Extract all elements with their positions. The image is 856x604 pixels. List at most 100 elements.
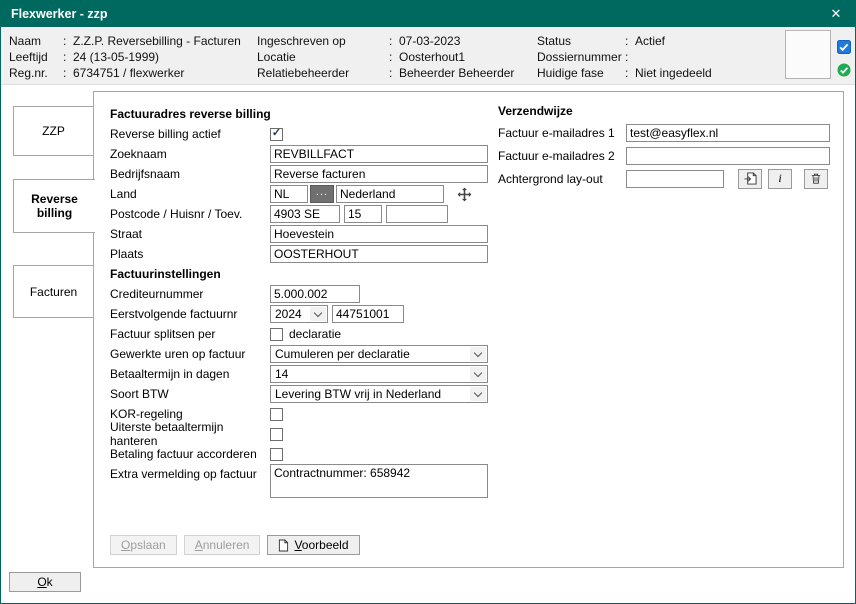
document-arrow-icon bbox=[744, 172, 757, 185]
content-panel: Factuuradres reverse billing Reverse bil… bbox=[93, 91, 844, 568]
dossiernummer-label: Dossiernummer bbox=[537, 49, 625, 65]
separator: : bbox=[625, 65, 635, 81]
huisnr-input[interactable] bbox=[344, 205, 382, 223]
header-status-icons bbox=[837, 40, 851, 77]
separator: : bbox=[389, 49, 399, 65]
soort-btw-select[interactable]: Levering BTW vrij in Nederland bbox=[270, 385, 488, 403]
tab-zzp[interactable]: ZZP bbox=[13, 106, 94, 156]
kor-checkbox[interactable] bbox=[270, 408, 283, 421]
layout-delete-button[interactable] bbox=[804, 169, 828, 189]
toevoeging-input[interactable] bbox=[386, 205, 448, 223]
crediteurnummer-input[interactable] bbox=[270, 285, 360, 303]
bedrijfsnaam-label: Bedrijfsnaam bbox=[110, 167, 270, 181]
land-naam-input[interactable] bbox=[336, 185, 444, 203]
email1-label: Factuur e-mailadres 1 bbox=[498, 126, 626, 140]
section-title-factuuradres: Factuuradres reverse billing bbox=[110, 107, 271, 121]
land-label: Land bbox=[110, 187, 270, 201]
reverse-billing-actief-label: Reverse billing actief bbox=[110, 127, 270, 141]
crediteurnummer-label: Crediteurnummer bbox=[110, 287, 270, 301]
separator: : bbox=[63, 33, 73, 49]
soort-btw-label: Soort BTW bbox=[110, 387, 270, 401]
close-icon: ✕ bbox=[831, 6, 842, 21]
info-icon: i bbox=[778, 171, 781, 186]
gewerkte-uren-label: Gewerkte uren op factuur bbox=[110, 347, 270, 361]
email2-input[interactable] bbox=[626, 147, 830, 165]
tab-facturen[interactable]: Facturen bbox=[13, 265, 94, 318]
field-achtergrond-layout: Achtergrond lay-out i bbox=[498, 167, 834, 190]
close-button[interactable]: ✕ bbox=[827, 6, 845, 22]
info-row-locatie: Locatie:Oosterhout1 bbox=[257, 49, 514, 65]
achtergrond-label: Achtergrond lay-out bbox=[498, 172, 626, 186]
photo-placeholder bbox=[785, 30, 831, 79]
tab-strip: ZZP Reverse billing Facturen bbox=[13, 106, 97, 318]
factuuradres-form: Factuuradres reverse billing Reverse bil… bbox=[110, 104, 500, 555]
zoeknaam-input[interactable] bbox=[270, 145, 488, 163]
splitsen-checkbox[interactable] bbox=[270, 328, 283, 341]
layout-info-button[interactable]: i bbox=[768, 169, 792, 189]
move-button[interactable] bbox=[454, 184, 474, 204]
achtergrond-input[interactable] bbox=[626, 170, 724, 188]
info-row-status: Status:Actief bbox=[537, 33, 712, 49]
window-title: Flexwerker - zzp bbox=[11, 7, 108, 21]
betaling-label: Betaling factuur accorderen bbox=[110, 447, 270, 461]
tab-reverse-billing-label: Reverse billing bbox=[14, 192, 95, 220]
info-row-huidige-fase: Huidige fase:Niet ingedeeld bbox=[537, 65, 712, 81]
regnr-value: 6734751 / flexwerker bbox=[73, 65, 241, 81]
land-browse-button[interactable]: ... bbox=[310, 185, 334, 203]
layout-select-button[interactable] bbox=[738, 169, 762, 189]
land-code-input[interactable] bbox=[270, 185, 308, 203]
gewerkte-uren-select[interactable]: Cumuleren per declaratie bbox=[270, 345, 488, 363]
cancel-button[interactable]: Annuleren bbox=[184, 535, 261, 555]
straat-input[interactable] bbox=[270, 225, 488, 243]
info-row-regnr: Reg.nr.:6734751 / flexwerker bbox=[9, 65, 241, 81]
plaats-input[interactable] bbox=[270, 245, 488, 263]
relatiebeheerder-label: Relatiebeheerder bbox=[257, 65, 389, 81]
field-gewerkte-uren: Gewerkte uren op factuur Cumuleren per d… bbox=[110, 344, 500, 364]
factuurnr-year-select[interactable]: 2024 bbox=[270, 305, 328, 323]
separator: : bbox=[625, 33, 635, 49]
reverse-billing-actief-checkbox[interactable]: ✓ bbox=[270, 128, 283, 141]
check-icon: ✓ bbox=[272, 128, 281, 139]
header-column-2: Ingeschreven op:07-03-2023 Locatie:Ooste… bbox=[257, 33, 514, 81]
separator: : bbox=[625, 49, 635, 65]
separator: : bbox=[389, 65, 399, 81]
field-soort-btw: Soort BTW Levering BTW vrij in Nederland bbox=[110, 384, 500, 404]
field-land: Land ... bbox=[110, 184, 500, 204]
betaaltermijn-value: 14 bbox=[275, 367, 288, 381]
email1-input[interactable] bbox=[626, 124, 830, 142]
huidige-fase-label: Huidige fase bbox=[537, 65, 625, 81]
betaaltermijn-select[interactable]: 14 bbox=[270, 365, 488, 383]
field-bedrijfsnaam: Bedrijfsnaam bbox=[110, 164, 500, 184]
selected-checkbox-icon[interactable] bbox=[837, 40, 851, 54]
postcode-label: Postcode / Huisnr / Toev. bbox=[110, 207, 270, 221]
bedrijfsnaam-input[interactable] bbox=[270, 165, 488, 183]
save-button[interactable]: Opslaan bbox=[110, 535, 177, 555]
preview-button[interactable]: Voorbeeld bbox=[267, 535, 359, 555]
status-ok-icon bbox=[837, 63, 851, 77]
ingeschreven-value: 07-03-2023 bbox=[399, 33, 514, 49]
factuurnr-input[interactable] bbox=[332, 305, 404, 323]
betaling-checkbox[interactable] bbox=[270, 448, 283, 461]
kor-label: KOR-regeling bbox=[110, 407, 270, 421]
preview-icon bbox=[278, 539, 289, 552]
status-label: Status bbox=[537, 33, 625, 49]
tab-reverse-billing[interactable]: Reverse billing bbox=[13, 179, 95, 233]
uiterste-checkbox[interactable] bbox=[270, 428, 283, 441]
verzendwijze-form: Verzendwijze Factuur e-mailadres 1 Factu… bbox=[498, 104, 834, 190]
separator: : bbox=[389, 33, 399, 49]
email2-label: Factuur e-mailadres 2 bbox=[498, 149, 626, 163]
section-title-verzendwijze: Verzendwijze bbox=[498, 104, 834, 121]
factuurnr-label: Eerstvolgende factuurnr bbox=[110, 307, 270, 321]
gewerkte-uren-value: Cumuleren per declaratie bbox=[275, 347, 410, 361]
status-value: Actief bbox=[635, 33, 712, 49]
header-column-1: Naam:Z.Z.P. Reversebilling - Facturen Le… bbox=[9, 33, 241, 81]
extra-vermelding-textarea[interactable]: Contractnummer: 658942 bbox=[270, 464, 488, 498]
ok-button[interactable]: Ok bbox=[9, 572, 81, 592]
chevron-down-icon bbox=[310, 307, 326, 321]
titlebar[interactable]: Flexwerker - zzp ✕ bbox=[1, 1, 855, 27]
field-straat: Straat bbox=[110, 224, 500, 244]
info-row-leeftijd: Leeftijd:24 (13-05-1999) bbox=[9, 49, 241, 65]
postcode-input[interactable] bbox=[270, 205, 340, 223]
info-row-ingeschreven-op: Ingeschreven op:07-03-2023 bbox=[257, 33, 514, 49]
uiterste-label: Uiterste betaaltermijn hanteren bbox=[110, 420, 270, 448]
